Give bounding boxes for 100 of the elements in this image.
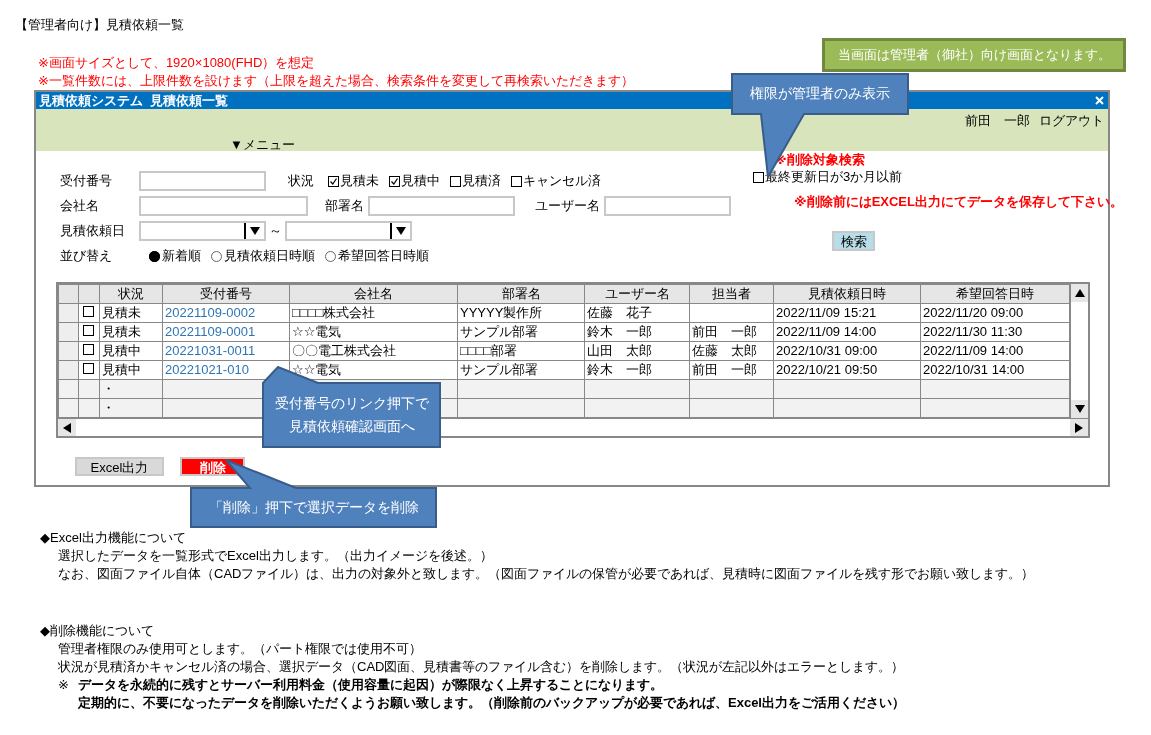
table-cell: □□□□部署: [460, 343, 518, 358]
triangle-left-icon: [63, 422, 71, 433]
checkbox[interactable]: [83, 344, 94, 355]
table-cell: ☆☆電気: [292, 324, 342, 339]
checkbox[interactable]: [328, 175, 339, 187]
scroll-right-button[interactable]: [1070, 419, 1088, 436]
table-cell: 〇〇電工株式会社: [292, 343, 396, 358]
table-cell: 2022/10/31 14:00: [923, 362, 1025, 377]
table-cell: 佐藤 花子: [587, 305, 652, 320]
column-header: 状況: [99, 284, 163, 304]
checkbox[interactable]: [511, 175, 522, 187]
ellipsis-mark: ・: [102, 400, 115, 415]
column-header: ユーザー名: [584, 284, 690, 304]
ellipsis-mark: ・: [102, 381, 115, 396]
menu-toggle[interactable]: ▼メニュー: [230, 136, 295, 154]
callout-text: 「削除」押下で選択データを削除: [208, 498, 419, 517]
table-cell: 鈴木 一郎: [587, 362, 652, 377]
table-cell: 2022/10/21 09:50: [776, 362, 878, 377]
dropdown-arrow-icon: [250, 227, 260, 235]
radio-label: 希望回答日時順: [338, 247, 429, 265]
table-cell: 2022/11/30 11:30: [923, 324, 1023, 339]
company-name-field[interactable]: [139, 196, 308, 216]
triangle-down-icon: [1074, 405, 1085, 413]
user-name: 前田 一郎: [965, 112, 1030, 130]
checkbox[interactable]: [83, 306, 94, 317]
section-heading: ◆削除機能について: [40, 622, 155, 640]
radio-button[interactable]: [149, 250, 160, 262]
callout-text: 権限が管理者のみ表示: [750, 84, 890, 103]
table-cell: 2022/11/09 14:00: [776, 324, 877, 339]
dropdown-arrow-icon: [396, 227, 406, 235]
body-text: 管理者権限のみ使用可とします。（パート権限では使用不可）: [58, 640, 423, 658]
date-field[interactable]: [285, 221, 412, 241]
table-cell: 山田 太郎: [587, 343, 652, 358]
column-header: 部署名: [457, 284, 585, 304]
checkbox[interactable]: [389, 175, 400, 187]
range-separator: ～: [269, 222, 282, 240]
field-label: 並び替え: [60, 247, 113, 265]
table-cell: 見積中: [102, 362, 141, 377]
checkbox[interactable]: [83, 325, 94, 336]
note-text: ※一覧件数には、上限件数を設けます（上限を超えた場合、検索条件を変更して再検索いただきます）: [38, 72, 634, 90]
body-text: 状況が見積済かキャンセル済の場合、選択データ（CAD図面、見積書等のファイル含む）を削除します。（状況が左記以外はエラーとします。）: [58, 658, 906, 676]
window-title: 見積依頼システム 見積依頼一覧: [39, 91, 229, 110]
receipt-number-field[interactable]: [139, 171, 266, 191]
checkbox-label: 見積中: [401, 172, 440, 190]
department-field[interactable]: [368, 196, 515, 216]
scroll-up-button[interactable]: [1071, 284, 1088, 302]
table-cell: サンプル部署: [460, 324, 538, 339]
note-text: データを永続的に残すとサーバー利用料金（使用容量に起因）が際限なく上昇することになります。: [78, 676, 663, 694]
table-cell: ☆☆電気: [292, 362, 342, 377]
field-label: 見積依頼日: [60, 222, 126, 240]
checkbox-label: 見積済: [462, 172, 501, 190]
table-cell: 見積中: [102, 343, 141, 358]
search-button[interactable]: 検索: [832, 231, 875, 251]
table-cell: 見積未: [102, 305, 141, 320]
field-label: ユーザー名: [535, 197, 600, 215]
note-text: ※画面サイズとして、1920×1080(FHD）を想定: [38, 54, 315, 72]
column-header: 担当者: [689, 284, 774, 304]
triangle-right-icon: [1075, 422, 1083, 433]
field-label: 受付番号: [60, 172, 113, 190]
section-heading: ◆Excel出力機能について: [40, 529, 187, 547]
radio-label: 見積依頼日時順: [224, 247, 315, 265]
page-title: 【管理者向け】見積依頼一覧: [15, 17, 185, 33]
date-field[interactable]: [139, 221, 266, 241]
logout-link[interactable]: ログアウト: [1039, 112, 1104, 130]
note-text: 定期的に、不要になったデータを削除いただくようお願い致します。（削除前のバックアップが必要であれば、Excel出力をご活用ください）: [78, 694, 905, 712]
table-cell: □□□□株式会社: [292, 305, 376, 320]
checkbox[interactable]: [753, 171, 764, 183]
field-label: 部署名: [325, 197, 364, 215]
checkbox-label: 見積未: [340, 172, 379, 190]
close-button[interactable]: [1094, 95, 1105, 106]
note-mark: ※: [58, 676, 70, 694]
radio-button[interactable]: [325, 250, 336, 262]
body-text: なお、図面ファイル自体（CADファイル）は、出力の対象外と致します。（図面ファイルの保管が必要であれば、見積時に図面ファイルを残す形でお願い致します。）: [58, 565, 1036, 583]
triangle-up-icon: [1074, 289, 1085, 297]
checkbox[interactable]: [450, 175, 461, 187]
info-banner: 当画面は管理者（御社）向け画面となります。: [822, 38, 1126, 72]
column-header: 希望回答日時: [920, 284, 1070, 304]
table-cell: 2022/11/20 09:00: [923, 305, 1024, 320]
radio-button[interactable]: [211, 250, 222, 262]
field-label: 状況: [288, 172, 314, 190]
scroll-down-button[interactable]: [1071, 400, 1088, 418]
table-cell: サンプル部署: [460, 362, 538, 377]
callout-text: 受付番号のリンク押下で 見積依頼確認画面へ: [274, 394, 429, 436]
radio-label: 新着順: [162, 247, 201, 265]
table-cell: 見積未: [102, 324, 141, 339]
body-text: 選択したデータを一覧形式でExcel出力します。（出力イメージを後述。）: [58, 547, 494, 565]
checkbox[interactable]: [83, 363, 94, 374]
table-cell: 前田 一郎: [692, 324, 757, 339]
table-cell: 前田 一郎: [692, 362, 757, 377]
table-cell: 2022/10/31 09:00: [776, 343, 878, 358]
table-cell: 佐藤 太郎: [692, 343, 757, 358]
warning-text: ※削除前にはEXCEL出力にてデータを保存して下さい。: [794, 193, 1113, 211]
scroll-left-button[interactable]: [58, 419, 76, 436]
table-cell: YYYYY製作所: [460, 305, 543, 320]
field-label: 会社名: [60, 197, 100, 215]
table-cell: 2022/11/09 14:00: [923, 343, 1024, 358]
user-name-field[interactable]: [604, 196, 731, 216]
column-header: 受付番号: [162, 284, 290, 304]
excel-export-button[interactable]: Excel出力: [75, 457, 164, 476]
table-cell: 鈴木 一郎: [587, 324, 652, 339]
